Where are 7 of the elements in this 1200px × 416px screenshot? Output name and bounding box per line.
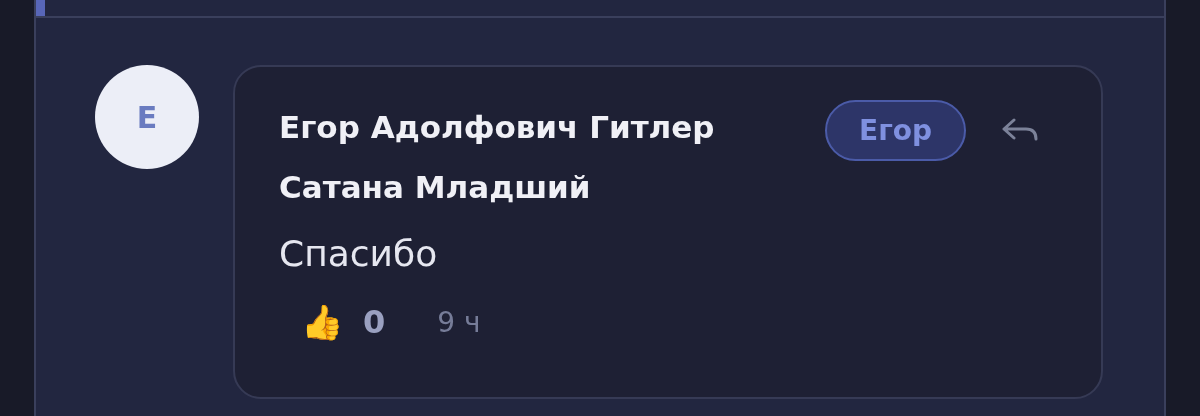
author-name: Егор Адолфович Гитлер Сатана Младший [279, 108, 716, 207]
author-badge: Егор [825, 99, 967, 161]
comment-time: 9 ч [437, 305, 481, 339]
like-button[interactable]: 👍 0 [279, 302, 386, 342]
scroll-marker [36, 0, 45, 16]
comment-text: Спасибо [279, 233, 439, 274]
avatar: Е [95, 65, 199, 169]
